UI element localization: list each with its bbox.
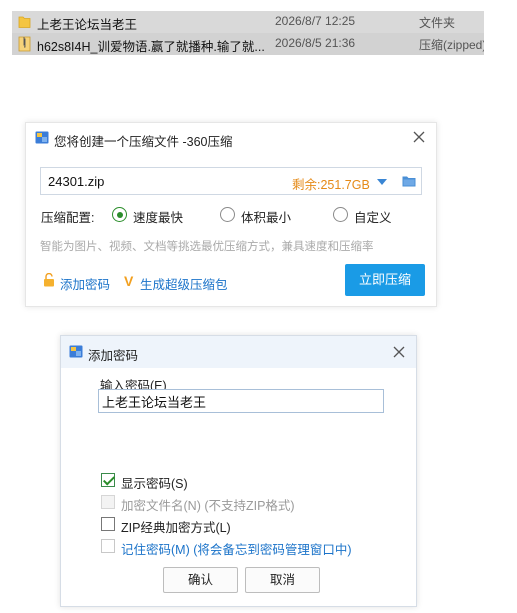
confirm-button[interactable]: 确认 — [163, 567, 238, 593]
folder-browse-icon[interactable] — [402, 175, 416, 187]
checkbox-box[interactable] — [101, 539, 115, 553]
cancel-button[interactable]: 取消 — [245, 567, 320, 593]
file-name: 上老王论坛当老王 — [37, 18, 138, 32]
password-dialog: 添加密码 输入密码(E) 显示密码(S) 加密文件名(N) (不支持ZIP格式)… — [60, 335, 417, 607]
radio-label: 速度最快 — [133, 211, 184, 225]
close-icon[interactable] — [410, 128, 428, 146]
unlock-icon — [44, 273, 54, 287]
password-dialog-title: 添加密码 — [88, 349, 139, 363]
chevron-down-icon[interactable] — [377, 178, 387, 186]
radio-label: 体积最小 — [241, 211, 292, 225]
file-row[interactable]: 上老王论坛当老王 2026/8/7 12:25 文件夹 — [12, 11, 484, 33]
archive-filename[interactable]: 24301.zip — [48, 174, 104, 189]
zip-file-icon — [18, 36, 31, 52]
super-pack-label[interactable]: 生成超级压缩包 — [140, 274, 228, 293]
compress-now-button[interactable]: 立即压缩 — [345, 264, 425, 296]
compress-hint-text: 智能为图片、视频、文档等挑选最优压缩方式，兼具速度和压缩率 — [40, 241, 374, 253]
checkbox-box[interactable] — [101, 517, 115, 531]
checkbox-label: 记住密码(M) (将会备忘到密码管理窗口中) — [121, 543, 352, 557]
compress-dialog: 您将创建一个压缩文件 -360压缩 24301.zip 剩余:251.7GB 压… — [25, 122, 437, 307]
v-badge-icon: V — [124, 273, 134, 289]
folder-icon — [18, 16, 31, 28]
password-dialog-titlebar[interactable]: 添加密码 — [61, 336, 416, 368]
compress-config-label: 压缩配置: — [41, 211, 95, 225]
radio-button[interactable] — [112, 207, 127, 222]
file-list: 上老王论坛当老王 2026/8/7 12:25 文件夹 h62s8I4H_训爱物… — [0, 0, 517, 60]
password-input[interactable] — [98, 389, 384, 413]
file-date: 2026/8/7 12:25 — [275, 14, 356, 28]
checkbox-label: 加密文件名(N) (不支持ZIP格式) — [121, 499, 295, 513]
close-icon[interactable] — [390, 343, 408, 361]
radio-button[interactable] — [220, 207, 235, 222]
file-type: 压缩(zipped) — [419, 38, 484, 52]
add-password-label[interactable]: 添加密码 — [60, 274, 110, 293]
file-date: 2026/8/5 21:36 — [275, 36, 356, 50]
file-type: 文件夹 — [419, 16, 456, 30]
360zip-app-icon — [69, 345, 83, 358]
archive-path-field[interactable]: 24301.zip 剩余:251.7GB — [40, 167, 422, 195]
checkbox-label: 显示密码(S) — [121, 477, 188, 491]
checkbox-box — [101, 495, 115, 509]
radio-button[interactable] — [333, 207, 348, 222]
radio-label: 自定义 — [354, 211, 392, 225]
checkbox-box[interactable] — [101, 473, 115, 487]
checkbox-label: ZIP经典加密方式(L) — [121, 521, 231, 535]
file-name: h62s8I4H_训爱物语.赢了就播种.输了就... — [37, 40, 265, 54]
free-space-label: 剩余:251.7GB — [292, 178, 370, 192]
file-row[interactable]: h62s8I4H_训爱物语.赢了就播种.输了就... 2026/8/5 21:3… — [12, 33, 484, 55]
compress-dialog-titlebar[interactable]: 您将创建一个压缩文件 -360压缩 — [26, 123, 436, 153]
compress-dialog-title: 您将创建一个压缩文件 -360压缩 — [54, 135, 233, 149]
360zip-app-icon — [35, 131, 49, 144]
